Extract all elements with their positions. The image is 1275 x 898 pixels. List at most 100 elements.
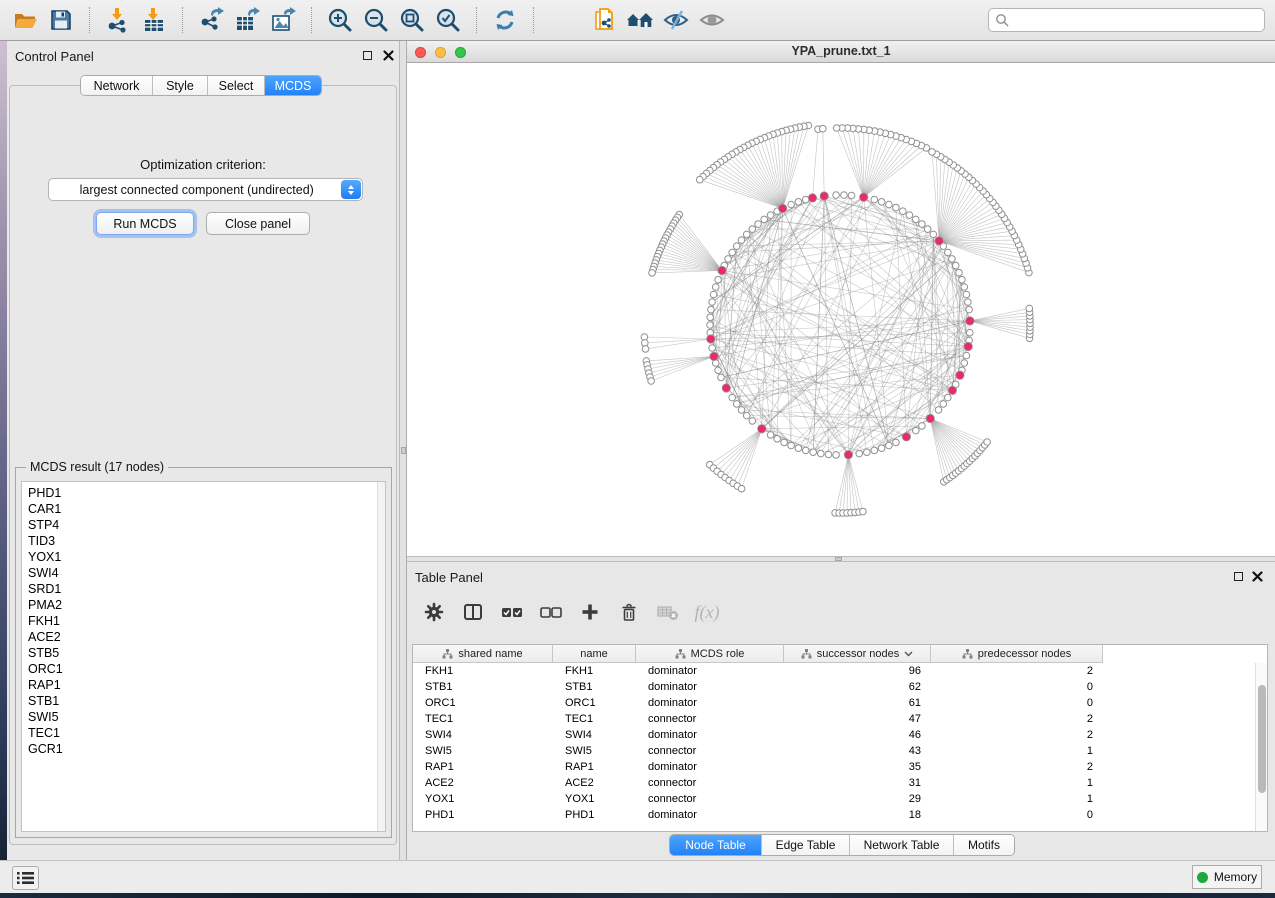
mcds-result-scrollbar[interactable] <box>377 482 385 831</box>
network-node[interactable] <box>715 276 722 283</box>
network-node[interactable] <box>945 394 952 401</box>
network-node[interactable] <box>956 269 963 276</box>
network-node[interactable] <box>900 208 907 215</box>
column-header-mcds-role[interactable]: MCDS role <box>636 645 784 663</box>
network-node[interactable] <box>795 199 802 206</box>
network-node[interactable] <box>795 445 802 452</box>
network-node[interactable] <box>952 262 959 269</box>
mcds-result-item[interactable]: STP4 <box>22 517 385 533</box>
mcds-result-item[interactable]: GCR1 <box>22 741 385 757</box>
network-node[interactable] <box>935 407 942 414</box>
network-node[interactable] <box>860 508 867 515</box>
tab-mcds[interactable]: MCDS <box>265 76 321 95</box>
network-node[interactable] <box>743 412 750 419</box>
export-image-button[interactable] <box>268 5 298 35</box>
mcds-node[interactable] <box>935 237 943 245</box>
import-network-button[interactable] <box>103 5 133 35</box>
table-row[interactable]: FKH1FKH1dominator962 <box>413 663 1267 679</box>
mcds-node[interactable] <box>808 194 816 202</box>
table-row[interactable]: SWI5SWI5connector431 <box>413 743 1267 759</box>
network-node[interactable] <box>725 256 732 263</box>
mcds-node[interactable] <box>758 425 766 433</box>
memory-button[interactable]: Memory <box>1192 865 1262 889</box>
mcds-result-item[interactable]: FKH1 <box>22 613 385 629</box>
mcds-result-item[interactable]: TID3 <box>22 533 385 549</box>
zoom-selected-button[interactable] <box>433 5 463 35</box>
mcds-node[interactable] <box>820 192 828 200</box>
tab-edge-table[interactable]: Edge Table <box>762 835 850 855</box>
network-node[interactable] <box>833 452 840 459</box>
network-node[interactable] <box>712 284 719 291</box>
network-node[interactable] <box>913 427 920 434</box>
network-node[interactable] <box>945 249 952 256</box>
mcds-node[interactable] <box>778 204 786 212</box>
network-node[interactable] <box>733 243 740 250</box>
network-node[interactable] <box>949 256 956 263</box>
network-node[interactable] <box>878 445 885 452</box>
tab-style[interactable]: Style <box>153 76 208 95</box>
panel-splitter-vertical[interactable] <box>400 41 407 860</box>
hide-eye-button[interactable] <box>661 5 691 35</box>
network-node[interactable] <box>886 442 893 449</box>
network-node[interactable] <box>848 192 855 199</box>
network-node[interactable] <box>749 418 756 425</box>
mcds-node[interactable] <box>964 342 972 350</box>
mcds-result-item[interactable]: STB1 <box>22 693 385 709</box>
tab-select[interactable]: Select <box>208 76 265 95</box>
network-node[interactable] <box>966 306 973 313</box>
optimization-criterion-select[interactable]: largest connected component (undirected) <box>48 178 363 201</box>
network-node[interactable] <box>788 201 795 208</box>
mcds-result-item[interactable]: PMA2 <box>22 597 385 613</box>
network-node[interactable] <box>810 449 817 456</box>
network-node[interactable] <box>648 378 655 385</box>
network-node[interactable] <box>715 367 722 374</box>
add-column-button[interactable] <box>579 601 601 623</box>
float-panel-icon[interactable] <box>1234 572 1243 581</box>
zoom-out-button[interactable] <box>361 5 391 35</box>
network-node[interactable] <box>967 329 974 336</box>
table-row[interactable]: TEC1TEC1connector472 <box>413 711 1267 727</box>
mcds-result-item[interactable]: STB5 <box>22 645 385 661</box>
network-node[interactable] <box>961 360 968 367</box>
save-button[interactable] <box>46 5 76 35</box>
select-all-button[interactable] <box>501 601 523 623</box>
mcds-node[interactable] <box>926 414 934 422</box>
table-row[interactable]: STB1STB1dominator620 <box>413 679 1267 695</box>
clone-network-button[interactable] <box>589 5 619 35</box>
network-node[interactable] <box>642 346 649 353</box>
network-node[interactable] <box>767 212 774 219</box>
mcds-node[interactable] <box>902 433 910 441</box>
delete-column-button[interactable] <box>618 601 640 623</box>
column-header-successor-nodes[interactable]: successor nodes <box>784 645 931 663</box>
column-header-predecessor-nodes[interactable]: predecessor nodes <box>931 645 1103 663</box>
refresh-button[interactable] <box>490 5 520 35</box>
show-columns-button[interactable] <box>462 601 484 623</box>
network-node[interactable] <box>729 249 736 256</box>
network-node[interactable] <box>708 306 715 313</box>
network-node[interactable] <box>729 394 736 401</box>
table-row[interactable]: PHD1PHD1dominator180 <box>413 807 1267 823</box>
mcds-node[interactable] <box>948 386 956 394</box>
export-table-button[interactable] <box>232 5 262 35</box>
network-node[interactable] <box>841 192 848 199</box>
network-node[interactable] <box>820 125 827 132</box>
mcds-result-item[interactable]: PHD1 <box>22 485 385 501</box>
mcds-result-list[interactable]: PHD1CAR1STP4TID3YOX1SWI4SRD1PMA2FKH1ACE2… <box>21 481 386 832</box>
close-panel-button[interactable]: Close panel <box>206 212 310 235</box>
network-node[interactable] <box>919 221 926 228</box>
network-node[interactable] <box>825 451 832 458</box>
network-node[interactable] <box>833 125 840 132</box>
mcds-result-item[interactable]: ORC1 <box>22 661 385 677</box>
mcds-node[interactable] <box>966 317 974 325</box>
table-row[interactable]: ACE2ACE2connector311 <box>413 775 1267 791</box>
tab-network[interactable]: Network <box>81 76 153 95</box>
tab-network-table[interactable]: Network Table <box>850 835 954 855</box>
network-node[interactable] <box>886 201 893 208</box>
mcds-node[interactable] <box>860 193 868 201</box>
network-node[interactable] <box>906 212 913 219</box>
network-node[interactable] <box>930 231 937 238</box>
network-node[interactable] <box>738 485 745 492</box>
network-node[interactable] <box>871 196 878 203</box>
network-node[interactable] <box>738 237 745 244</box>
export-network-button[interactable] <box>196 5 226 35</box>
